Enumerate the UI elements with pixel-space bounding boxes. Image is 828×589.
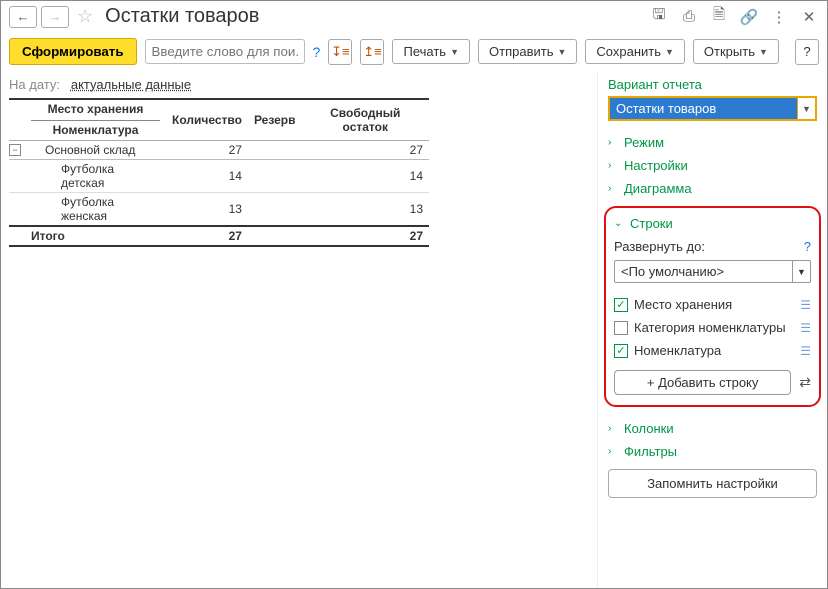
- more-menu-icon[interactable]: ⋮: [769, 7, 789, 27]
- variant-select[interactable]: Остатки товаров ▼: [608, 96, 817, 121]
- help-button[interactable]: ?: [795, 39, 819, 65]
- sort-asc-icon: ↧≡: [331, 44, 349, 60]
- checkbox-category[interactable]: [614, 321, 628, 335]
- page-title: Остатки товаров: [105, 5, 259, 28]
- chevron-right-icon: ›: [608, 160, 618, 171]
- shuffle-icon[interactable]: ⇄: [799, 374, 811, 391]
- save-button[interactable]: Сохранить▼: [585, 39, 685, 64]
- search-help-icon[interactable]: ?: [313, 44, 321, 60]
- search-input[interactable]: [145, 39, 305, 64]
- col-storage-nomenclature: Место хранения Номенклатура: [25, 99, 166, 141]
- collapse-toggle-icon[interactable]: −: [9, 144, 21, 156]
- report-table: Место хранения Номенклатура Количество Р…: [9, 98, 429, 247]
- col-reserve: Резерв: [248, 99, 302, 141]
- variant-title: Вариант отчета: [608, 77, 817, 92]
- chevron-down-icon[interactable]: ▼: [797, 98, 815, 119]
- checkbox-storage[interactable]: ✓: [614, 298, 628, 312]
- checkbox-category-label: Категория номенклатуры: [634, 320, 794, 335]
- preview-icon[interactable]: 🗎: [709, 7, 729, 27]
- accordion-settings[interactable]: ›Настройки: [608, 154, 817, 177]
- sort-desc-icon: ↥≡: [363, 44, 381, 60]
- sort-desc-button[interactable]: ↥≡: [360, 39, 384, 65]
- date-value-link[interactable]: актуальные данные: [71, 77, 191, 92]
- print-button[interactable]: Печать▼: [392, 39, 470, 64]
- rows-section-highlighted: ⌄Строки Развернуть до: ? <По умолчанию> …: [604, 206, 821, 407]
- checkbox-storage-label: Место хранения: [634, 297, 794, 312]
- chevron-down-icon: ▼: [557, 47, 566, 57]
- add-row-button[interactable]: + Добавить строку: [614, 370, 791, 395]
- accordion-columns[interactable]: ›Колонки: [608, 417, 817, 440]
- table-row[interactable]: Футболка детская 14 14: [9, 160, 429, 193]
- nav-forward-button[interactable]: →: [41, 6, 69, 28]
- chevron-down-icon: ⌄: [614, 218, 624, 229]
- rows-help-icon[interactable]: ?: [804, 239, 811, 254]
- expand-dropdown[interactable]: <По умолчанию> ▼: [614, 260, 811, 283]
- checkbox-nomenclature-label: Номенклатура: [634, 343, 794, 358]
- link-icon[interactable]: 🔗: [739, 7, 759, 27]
- group-icon[interactable]: ☰: [800, 298, 811, 312]
- chevron-down-icon: ▼: [759, 47, 768, 57]
- print-icon[interactable]: ⎙: [679, 7, 699, 27]
- chevron-right-icon: ›: [608, 423, 618, 434]
- chevron-down-icon[interactable]: ▼: [792, 261, 810, 282]
- table-row[interactable]: Футболка женская 13 13: [9, 193, 429, 227]
- accordion-filters[interactable]: ›Фильтры: [608, 440, 817, 463]
- accordion-rows[interactable]: ⌄Строки: [614, 216, 811, 235]
- expand-label: Развернуть до:: [614, 239, 705, 254]
- group-icon[interactable]: ☰: [800, 321, 811, 335]
- chevron-right-icon: ›: [608, 183, 618, 194]
- table-total-row: Итого 27 27: [9, 226, 429, 246]
- date-label: На дату:: [9, 77, 60, 92]
- remember-settings-button[interactable]: Запомнить настройки: [608, 469, 817, 498]
- table-row[interactable]: − Основной склад 27 27: [9, 141, 429, 160]
- favorite-star-icon[interactable]: ☆: [77, 6, 93, 27]
- group-icon[interactable]: ☰: [800, 344, 811, 358]
- accordion-chart[interactable]: ›Диаграмма: [608, 177, 817, 200]
- col-qty: Количество: [166, 99, 248, 141]
- chevron-down-icon: ▼: [450, 47, 459, 57]
- checkbox-nomenclature[interactable]: ✓: [614, 344, 628, 358]
- send-button[interactable]: Отправить▼: [478, 39, 577, 64]
- sort-asc-button[interactable]: ↧≡: [328, 39, 352, 65]
- nav-back-button[interactable]: ←: [9, 6, 37, 28]
- generate-button[interactable]: Сформировать: [9, 38, 137, 65]
- chevron-right-icon: ›: [608, 446, 618, 457]
- chevron-down-icon: ▼: [665, 47, 674, 57]
- variant-value: Остатки товаров: [610, 98, 797, 119]
- accordion-mode[interactable]: ›Режим: [608, 131, 817, 154]
- chevron-right-icon: ›: [608, 137, 618, 148]
- col-free: Свободный остаток: [302, 99, 429, 141]
- save-disk-icon[interactable]: 🖫: [649, 7, 669, 27]
- open-button[interactable]: Открыть▼: [693, 39, 779, 64]
- close-icon[interactable]: ✕: [799, 7, 819, 27]
